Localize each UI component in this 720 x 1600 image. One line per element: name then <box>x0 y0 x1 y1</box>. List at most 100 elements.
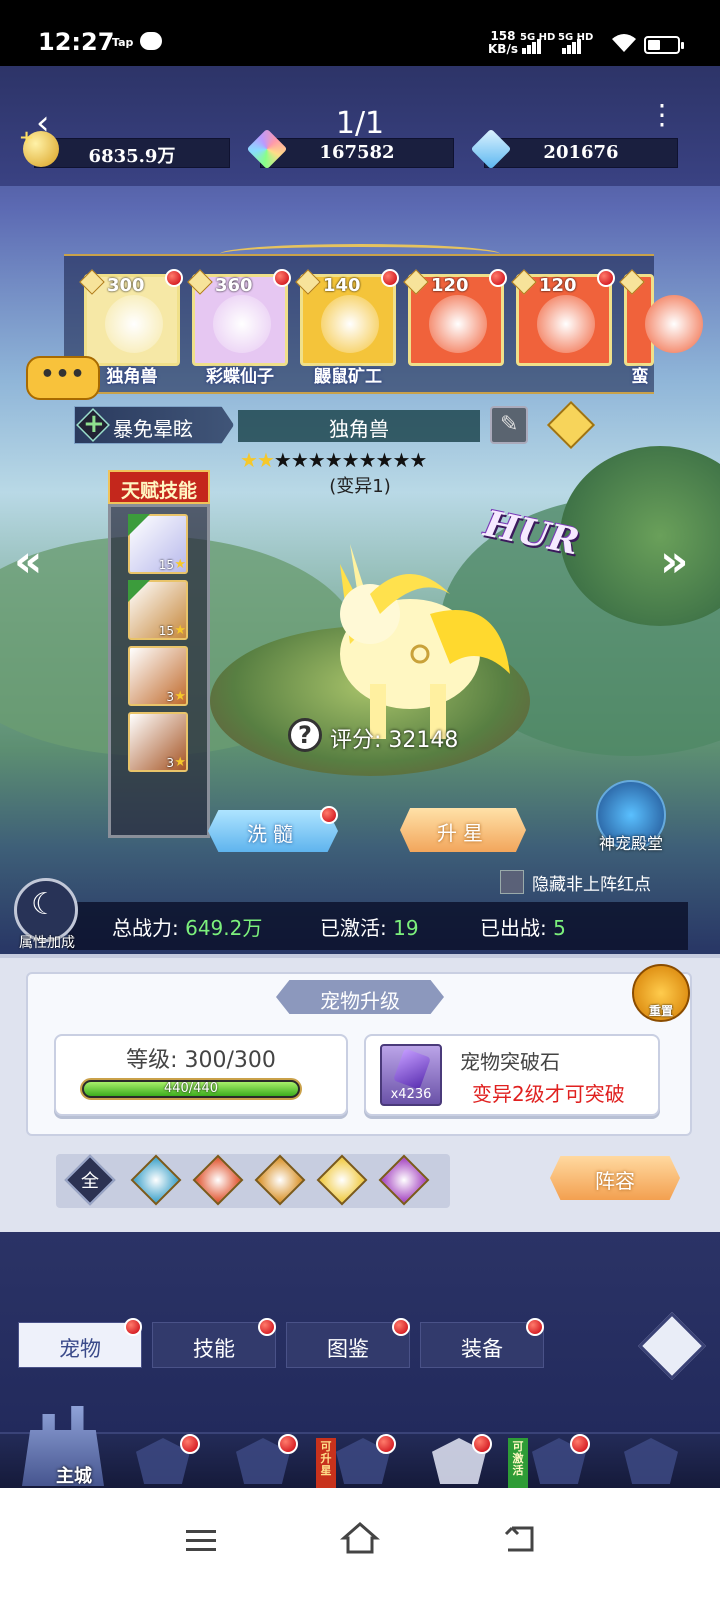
notification-dot <box>258 1318 276 1336</box>
upgrade-title-text: 宠物升级 <box>320 989 400 1013</box>
can-activate-badge: 可激活 <box>508 1438 528 1488</box>
formation-button[interactable]: 阵容 <box>550 1156 680 1200</box>
back-nav-button[interactable] <box>504 1524 536 1554</box>
breakthrough-stone-icon: x4236 <box>380 1044 442 1106</box>
notification-dot <box>570 1434 590 1454</box>
star-icon: ★ <box>256 448 275 472</box>
tab-label: 技能 <box>193 1337 235 1361</box>
pet-portrait <box>105 295 163 353</box>
clock: 12:27 <box>38 28 115 56</box>
notification-dot <box>472 1434 492 1454</box>
pet-name-bar: 独角兽 <box>238 410 480 442</box>
talent-skill-icon[interactable]: 3 ★ <box>128 646 188 706</box>
notification-dot <box>165 269 183 287</box>
pet-name: 独角兽 <box>329 417 389 441</box>
star-icon: ★ <box>290 448 309 472</box>
moon-icon: ☾ <box>31 887 58 922</box>
blue-diamond-resource[interactable]: 201676 <box>470 128 678 170</box>
trait-label: 暴免晕眩 <box>113 417 193 441</box>
light-element-icon[interactable] <box>546 400 596 450</box>
hide-red-dots-checkbox[interactable] <box>500 870 524 894</box>
status-bar: 12:27 Tap 158 KB/s 5G HD 5G HD <box>0 0 720 66</box>
prev-pet-arrow[interactable]: « <box>14 536 42 587</box>
star-icon: ★ <box>273 448 292 472</box>
unicorn-pet-illustration <box>340 544 510 739</box>
pet-card[interactable]: 360 <box>187 269 291 366</box>
help-icon[interactable]: ? <box>288 718 322 752</box>
max-level-tag <box>128 580 150 602</box>
tab-label: 装备 <box>461 1337 503 1361</box>
pet-card[interactable]: 120 <box>511 269 615 366</box>
can-upgrade-badge: 可升星 <box>316 1438 336 1488</box>
notification-dot <box>381 269 399 287</box>
pet-card-name: 鼹鼠矿工 <box>314 367 382 387</box>
gold-resource[interactable]: + 6835.9万 <box>19 127 230 168</box>
notification-dot <box>526 1318 544 1336</box>
stats-bar: 总战力: 649.2万 已激活: 19 已出战: 5 <box>68 902 688 950</box>
stone-note: 变异2级才可突破 <box>472 1082 625 1106</box>
speed-unit: KB/s <box>488 42 518 56</box>
star-icon: ★ <box>375 448 394 472</box>
notification-dot <box>597 269 615 287</box>
wash-button[interactable]: 洗髓 <box>208 810 338 852</box>
chat-button[interactable]: ••• <box>26 356 100 400</box>
rainbow-diamond-value: 167582 <box>319 142 395 163</box>
notification-dot <box>180 1434 200 1454</box>
hide-red-dots-label: 隐藏非上阵红点 <box>532 875 651 895</box>
star-icon: ★ <box>174 623 186 638</box>
star-icon: ★ <box>409 448 427 472</box>
network-speed: 158 KB/s <box>488 30 518 56</box>
total-power: 总战力: 649.2万 <box>112 916 263 940</box>
star-icon: ★ <box>174 557 186 572</box>
rename-button[interactable]: ✎ <box>490 406 528 444</box>
more-menu-button[interactable]: ⋮ <box>648 101 676 129</box>
star-icon: ★ <box>174 755 186 770</box>
pet-level: 120 <box>431 275 469 296</box>
rainbow-diamond-resource[interactable]: 167582 <box>246 128 454 170</box>
notification-dot <box>376 1434 396 1454</box>
chat-dots: ••• <box>40 362 86 387</box>
xp-progress-bar: 440/440 <box>80 1078 302 1100</box>
notification-dot <box>392 1318 410 1336</box>
pet-card[interactable]: 120 <box>403 269 507 366</box>
pet-level: 300 <box>107 275 145 296</box>
talent-skill-icon[interactable]: 15 ★ <box>128 514 188 574</box>
skill-level: 3 <box>166 690 174 704</box>
notification-dot <box>489 269 507 287</box>
notification-dot <box>124 1318 142 1336</box>
pet-level: 120 <box>539 275 577 296</box>
score-text: 评分: 32148 <box>330 728 459 753</box>
pet-card-name: 蛮 <box>631 367 649 387</box>
app-badge: Tap <box>112 36 134 49</box>
breakthrough-stone-box[interactable]: x4236 宠物突破石 变异2级才可突破 <box>364 1034 660 1116</box>
pet-portrait <box>213 295 271 353</box>
filter-all-label: 全 <box>81 1171 99 1192</box>
signal-icon-2 <box>562 38 582 54</box>
mutation-level: (变异1) <box>329 476 391 497</box>
pet-card[interactable]: 140 <box>295 269 399 366</box>
skill-level: 3 <box>166 756 174 770</box>
talent-skill-icon[interactable]: 15 ★ <box>128 580 188 640</box>
star-up-label: 升星 <box>437 821 489 845</box>
trait-badge[interactable]: + 暴免晕眩 <box>74 406 234 444</box>
recent-apps-button[interactable] <box>186 1530 216 1552</box>
talent-title-text: 天赋技能 <box>120 480 197 502</box>
reset-button[interactable]: 重置 <box>632 964 690 1022</box>
star-rating: ★★★★★★★★★★★ <box>240 448 460 472</box>
next-pet-arrow[interactable]: » <box>660 536 688 587</box>
star-up-button[interactable]: 升星 <box>400 808 526 852</box>
wash-label: 洗髓 <box>247 822 299 846</box>
wifi-icon <box>612 34 636 52</box>
tab-label: 图鉴 <box>327 1337 369 1361</box>
level-box: 等级: 300/300 440/440 <box>54 1034 348 1116</box>
notification-dot <box>278 1434 298 1454</box>
star-icon: ★ <box>174 689 186 704</box>
pet-card[interactable]: 300 <box>79 269 183 366</box>
skill-level: 15 <box>158 624 174 638</box>
xp-text: 440/440 <box>163 1081 218 1096</box>
notification-dot <box>273 269 291 287</box>
pet-card[interactable] <box>619 269 703 366</box>
home-button[interactable] <box>340 1520 380 1556</box>
max-level-tag <box>128 514 150 536</box>
talent-skill-icon[interactable]: 3 ★ <box>128 712 188 772</box>
